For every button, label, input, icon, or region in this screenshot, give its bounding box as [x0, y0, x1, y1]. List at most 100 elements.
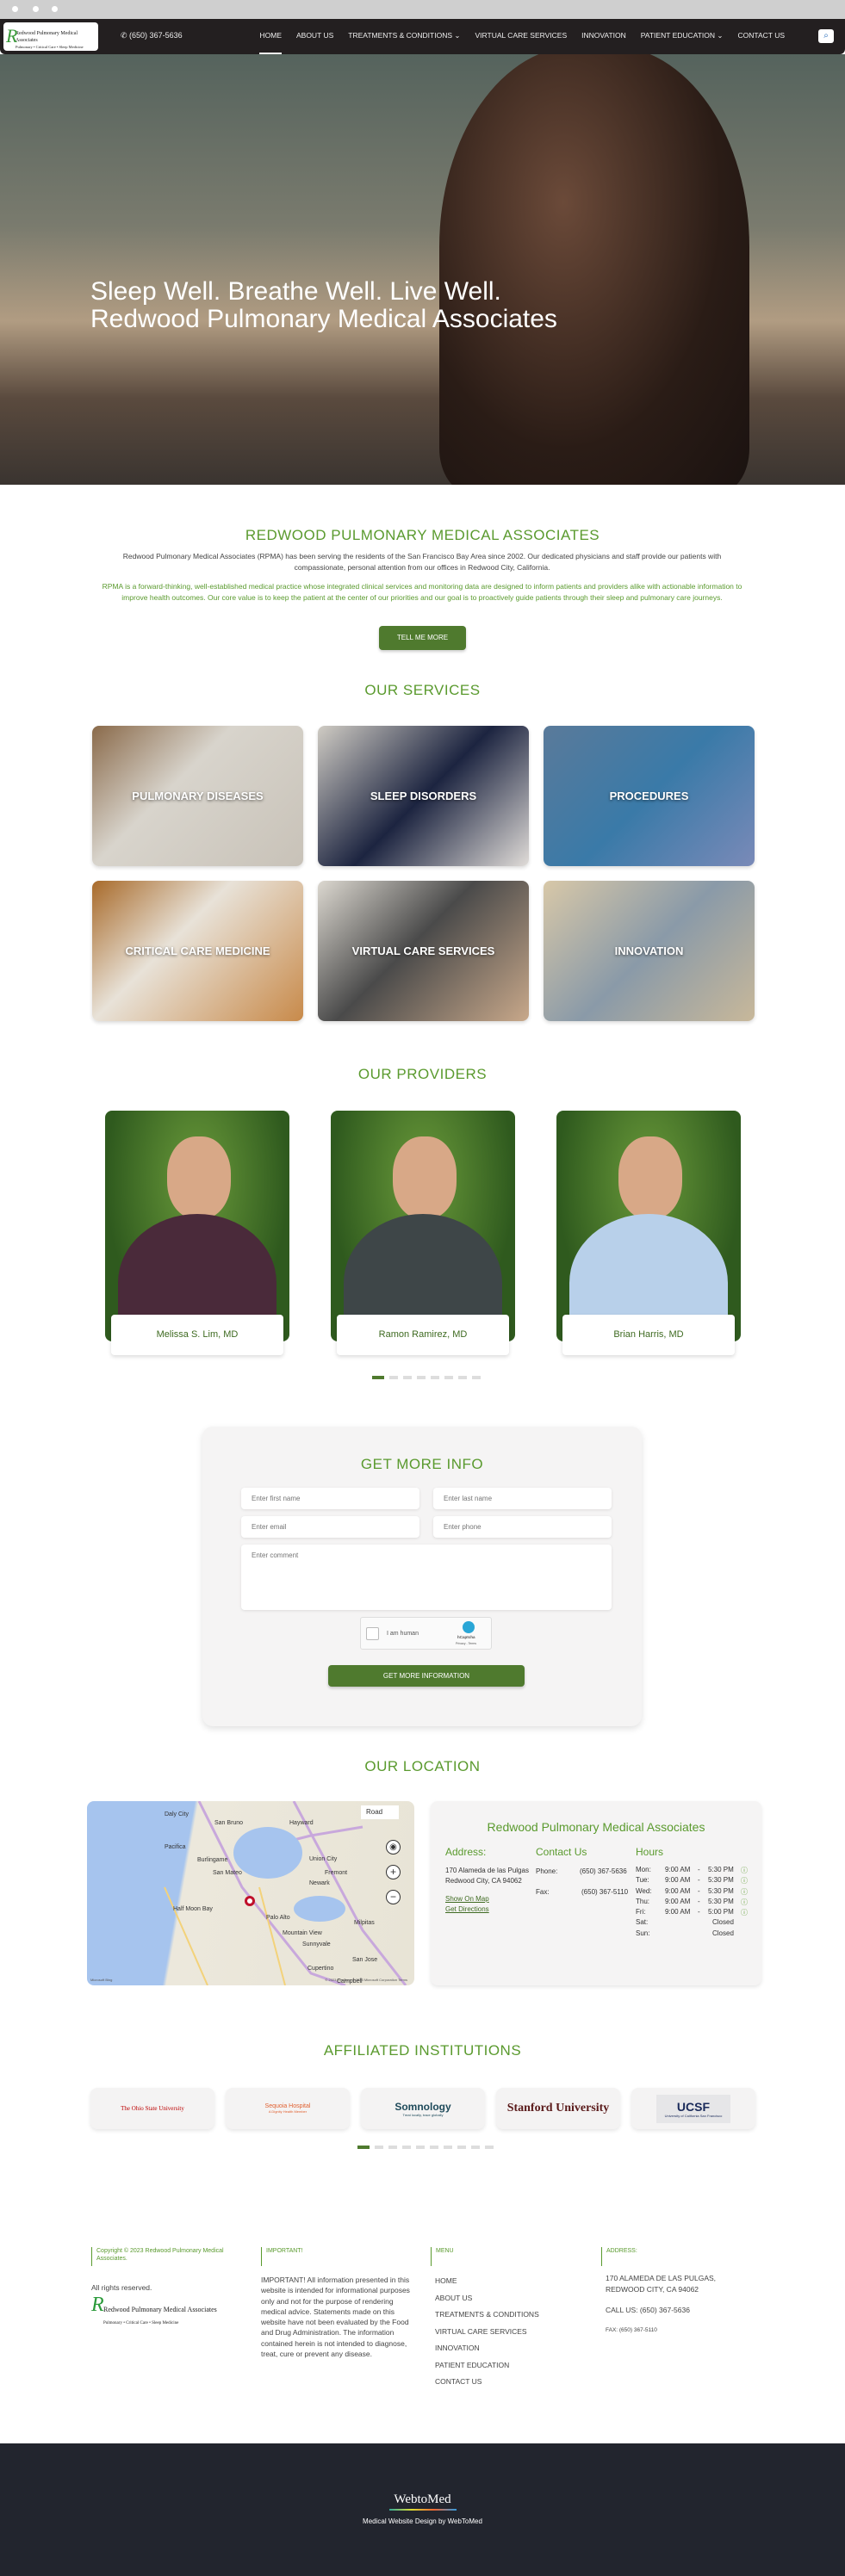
- map-label: Fremont: [325, 1870, 348, 1876]
- phone-input[interactable]: [433, 1516, 612, 1538]
- nav-label: ABOUT US: [295, 31, 334, 40]
- service-card[interactable]: PROCEDURES: [544, 726, 755, 866]
- carousel-dot[interactable]: [444, 1376, 453, 1379]
- nav-item[interactable]: PATIENT EDUCATION ⌄: [641, 31, 724, 40]
- carousel-dot[interactable]: [457, 2146, 466, 2149]
- carousel-dot[interactable]: [416, 2146, 425, 2149]
- provider-name[interactable]: Ramon Ramirez, MD: [337, 1315, 509, 1355]
- carousel-dot[interactable]: [471, 2146, 480, 2149]
- captcha-links[interactable]: Privacy - Terms: [456, 1642, 476, 1645]
- carousel-dot[interactable]: [417, 1376, 426, 1379]
- map-label: Sunnyvale: [302, 1941, 331, 1947]
- nav-item[interactable]: CONTACT US: [738, 31, 785, 40]
- day: Mon:: [636, 1866, 651, 1873]
- nav-item[interactable]: VIRTUAL CARE SERVICES: [475, 31, 568, 40]
- carousel-dot[interactable]: [403, 1376, 412, 1379]
- first-name-input[interactable]: [241, 1488, 419, 1509]
- search-icon: ⌕: [823, 31, 829, 40]
- footer-menu-link[interactable]: TREATMENTS & CONDITIONS: [435, 2308, 586, 2325]
- day: Wed:: [636, 1886, 652, 1895]
- info-icon[interactable]: ⓘ: [741, 1898, 748, 1907]
- show-on-map-link[interactable]: Show On Map: [445, 1894, 489, 1904]
- last-name-input[interactable]: [433, 1488, 612, 1509]
- nav-item[interactable]: ABOUT US: [296, 31, 333, 40]
- carousel-dot[interactable]: [389, 1376, 398, 1379]
- locate-me-button[interactable]: ◉: [386, 1840, 401, 1855]
- carousel-dot[interactable]: [472, 1376, 481, 1379]
- carousel-dot[interactable]: [388, 2146, 397, 2149]
- service-card[interactable]: SLEEP DISORDERS: [318, 726, 529, 866]
- carousel-dot[interactable]: [431, 1376, 439, 1379]
- zoom-in-button[interactable]: +: [386, 1865, 401, 1879]
- email-input[interactable]: [241, 1516, 419, 1538]
- nav-item[interactable]: INNOVATION: [581, 31, 626, 40]
- map-label: Newark: [309, 1880, 330, 1886]
- carousel-dot[interactable]: [402, 2146, 411, 2149]
- provider-name[interactable]: Melissa S. Lim, MD: [111, 1315, 283, 1355]
- affiliate-tagline: Treat locally, trace globally: [402, 2112, 444, 2117]
- service-label: CRITICAL CARE MEDICINE: [125, 944, 270, 957]
- footer-menu-link[interactable]: CONTACT US: [435, 2375, 586, 2393]
- footer-menu-link[interactable]: PATIENT EDUCATION: [435, 2359, 586, 2376]
- logo[interactable]: R Redwood Pulmonary Medical Associates Pul…: [3, 22, 98, 51]
- footer-menu-link[interactable]: HOME: [435, 2275, 586, 2292]
- carousel-dot[interactable]: [372, 1376, 384, 1379]
- provider-photo[interactable]: [556, 1111, 741, 1341]
- provider-name[interactable]: Brian Harris, MD: [562, 1315, 735, 1355]
- hero-banner: Sleep Well. Breathe Well. Live Well. Redw…: [0, 54, 845, 485]
- fax-label: Fax:: [536, 1888, 550, 1896]
- affiliate-logo[interactable]: UCSF University of California San Francis…: [631, 2088, 755, 2129]
- form-title: GET MORE INFO: [360, 1456, 484, 1472]
- provider-photo[interactable]: [105, 1111, 289, 1341]
- map-label: San Bruno: [214, 1820, 244, 1826]
- phone-value[interactable]: (650) 367-5636: [580, 1867, 627, 1875]
- hours-row: Tue: 9:00 AM -5:30 PM ⓘ: [636, 1876, 756, 1886]
- map-pin-icon[interactable]: [245, 1896, 255, 1906]
- footer-menu-link[interactable]: INNOVATION: [435, 2342, 586, 2359]
- get-more-information-button[interactable]: GET MORE INFORMATION: [328, 1665, 525, 1687]
- tell-me-more-button[interactable]: TELL ME MORE: [379, 626, 466, 650]
- info-icon[interactable]: ⓘ: [741, 1876, 748, 1886]
- carousel-dot[interactable]: [444, 2146, 452, 2149]
- service-card[interactable]: VIRTUAL CARE SERVICES: [318, 881, 529, 1021]
- webtomed-logo[interactable]: WebtoMed: [0, 2492, 845, 2507]
- intro-paragraph-green: RPMA is a forward-thinking, well-establi…: [102, 582, 742, 602]
- affiliate-logo[interactable]: Sequoia Hospital A Dignity Health Member: [226, 2088, 350, 2129]
- service-card[interactable]: CRITICAL CARE MEDICINE: [92, 881, 303, 1021]
- carousel-dot[interactable]: [357, 2146, 370, 2149]
- affiliate-tagline: University of California San Francisco: [664, 2113, 723, 2118]
- comment-input[interactable]: [241, 1545, 612, 1610]
- affiliate-logo[interactable]: The Ohio State University: [90, 2088, 214, 2129]
- map-credit: © 2023 TomTom, © 2023 Microsoft Corporat…: [325, 1978, 407, 1982]
- affiliate-logo[interactable]: Somnology Treat locally, trace globally: [361, 2088, 485, 2129]
- captcha-checkbox[interactable]: [366, 1627, 379, 1640]
- footer-menu-link[interactable]: ABOUT US: [435, 2292, 586, 2309]
- header-phone[interactable]: ✆ (650) 367-5636: [121, 31, 183, 40]
- info-icon[interactable]: ⓘ: [741, 1887, 748, 1897]
- affiliate-logo[interactable]: Stanford University: [496, 2088, 620, 2129]
- service-label: SLEEP DISORDERS: [370, 790, 477, 802]
- footer-call[interactable]: CALL US: (650) 367-5636: [601, 2304, 756, 2316]
- nav-item[interactable]: TREATMENTS & CONDITIONS ⌄: [348, 31, 460, 40]
- service-card[interactable]: PULMONARY DISEASES: [92, 726, 303, 866]
- footer-col-address: ADDRESS: 170 ALAMEDA DE LAS PULGAS, REDWO…: [601, 2247, 756, 2337]
- map-type-button[interactable]: Road: [361, 1805, 399, 1819]
- get-directions-link[interactable]: Get Directions: [445, 1904, 489, 1915]
- service-card[interactable]: INNOVATION: [544, 881, 755, 1021]
- carousel-dot[interactable]: [430, 2146, 438, 2149]
- search-button[interactable]: ⌕: [818, 29, 834, 43]
- contact-title: Contact Us: [536, 1846, 587, 1858]
- footer-menu-link[interactable]: VIRTUAL CARE SERVICES: [435, 2325, 586, 2343]
- zoom-out-button[interactable]: −: [386, 1890, 401, 1904]
- nav-item[interactable]: HOME: [259, 31, 282, 55]
- footer-logo: R Redwood Pulmonary Medical Associates Pul…: [91, 2294, 217, 2325]
- location-info-card: Redwood Pulmonary Medical Associates Add…: [431, 1801, 761, 1985]
- provider-photo[interactable]: [331, 1111, 515, 1341]
- info-icon[interactable]: ⓘ: [741, 1866, 748, 1875]
- map[interactable]: Daly City San Bruno San Mateo Hayward Union …: [87, 1801, 414, 1985]
- carousel-dot[interactable]: [458, 1376, 467, 1379]
- carousel-dot[interactable]: [485, 2146, 494, 2149]
- info-icon[interactable]: ⓘ: [741, 1908, 748, 1917]
- carousel-dot[interactable]: [375, 2146, 383, 2149]
- design-credit[interactable]: Medical Website Design by WebToMed: [0, 2517, 845, 2525]
